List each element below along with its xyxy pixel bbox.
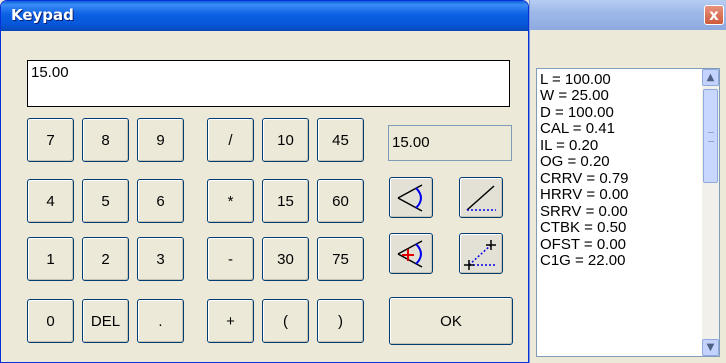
ok-button[interactable]: OK [389, 297, 513, 345]
info-row-l: L = 100.00 [540, 71, 611, 88]
angle-arc-button[interactable] [389, 177, 433, 218]
angle-line-plus-icon [464, 239, 496, 270]
info-row-cal: CAL = 0.41 [540, 120, 615, 137]
close-button[interactable]: x [704, 5, 724, 25]
key-plus[interactable]: + [207, 299, 254, 343]
key-6[interactable]: 6 [137, 179, 184, 223]
key-2[interactable]: 2 [82, 237, 129, 281]
key-preset-45[interactable]: 45 [317, 118, 364, 162]
info-row-og: OG = 0.20 [540, 153, 610, 170]
info-window: x L = 100.00 W = 25.00 D = 100.00 CAL = … [529, 0, 726, 363]
key-5[interactable]: 5 [82, 179, 129, 223]
angle-arc-plus-button[interactable] [389, 233, 433, 274]
info-row-d: D = 100.00 [540, 104, 614, 121]
info-titlebar[interactable]: x [530, 0, 726, 30]
keypad-display[interactable]: 15.00 [27, 60, 510, 107]
key-preset-10[interactable]: 10 [262, 118, 309, 162]
key-1[interactable]: 1 [27, 237, 74, 281]
key-9[interactable]: 9 [137, 118, 184, 162]
scroll-down-button[interactable]: ▼ [702, 339, 719, 356]
keypad-title: Keypad [11, 6, 74, 24]
grip-icon [708, 132, 714, 142]
key-lparen[interactable]: ( [262, 299, 309, 343]
angle-arc-plus-icon [397, 239, 423, 268]
key-4[interactable]: 4 [27, 179, 74, 223]
info-row-w: W = 25.00 [540, 87, 609, 104]
key-del[interactable]: DEL [82, 299, 129, 343]
key-0[interactable]: 0 [27, 299, 74, 343]
result-value: 15.00 [392, 134, 430, 151]
key-preset-60[interactable]: 60 [317, 179, 364, 223]
info-row-hrrv: HRRV = 0.00 [540, 186, 629, 203]
info-row-ctbk: CTBK = 0.50 [540, 219, 627, 236]
info-row-ofst: OFST = 0.00 [540, 236, 627, 253]
info-list[interactable]: L = 100.00 W = 25.00 D = 100.00 CAL = 0.… [536, 68, 720, 357]
key-minus[interactable]: - [207, 237, 254, 281]
key-rparen[interactable]: ) [317, 299, 364, 343]
info-row-crrv: CRRV = 0.79 [540, 170, 629, 187]
key-3[interactable]: 3 [137, 237, 184, 281]
scroll-up-button[interactable]: ▲ [702, 69, 719, 86]
key-preset-15[interactable]: 15 [262, 179, 309, 223]
key-dot[interactable]: . [137, 299, 184, 343]
scroll-thumb[interactable] [703, 89, 718, 183]
chevron-up-icon: ▲ [706, 72, 715, 83]
result-field: 15.00 [388, 125, 512, 161]
angle-line-icon [466, 184, 496, 211]
keypad-display-value: 15.00 [31, 64, 69, 81]
key-preset-30[interactable]: 30 [262, 237, 309, 281]
key-multiply[interactable]: * [207, 179, 254, 223]
key-8[interactable]: 8 [82, 118, 129, 162]
info-row-il: IL = 0.20 [540, 137, 599, 154]
key-7[interactable]: 7 [27, 118, 74, 162]
angle-line-button[interactable] [459, 177, 503, 218]
key-divide[interactable]: / [207, 118, 254, 162]
key-preset-75[interactable]: 75 [317, 237, 364, 281]
info-scrollbar[interactable]: ▲ ▼ [702, 69, 719, 356]
angle-arc-icon [397, 183, 423, 212]
info-row-c1g: C1G = 22.00 [540, 252, 626, 269]
info-row-srrv: SRRV = 0.00 [540, 203, 628, 220]
keypad-titlebar[interactable]: Keypad [1, 1, 528, 31]
keypad-window: Keypad 15.00 7 8 9 / 10 45 4 5 6 * 15 60… [0, 0, 529, 363]
angle-line-plus-button[interactable] [459, 233, 503, 274]
close-icon: x [709, 6, 719, 24]
chevron-down-icon: ▼ [706, 342, 715, 353]
